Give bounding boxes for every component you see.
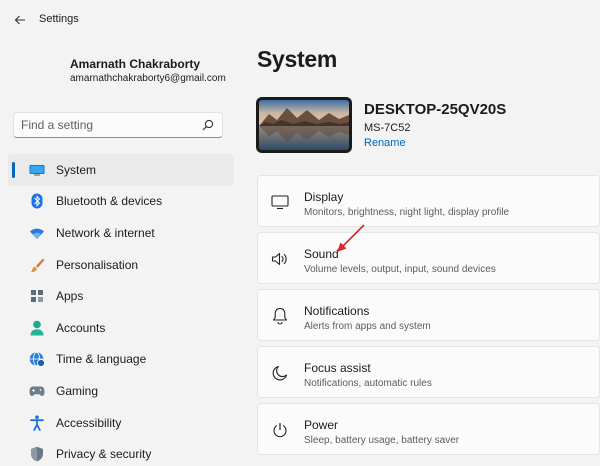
gamepad-icon xyxy=(29,383,45,399)
sidebar-item-label: Network & internet xyxy=(56,225,155,240)
search-icon[interactable] xyxy=(202,119,214,131)
card-subtitle: Monitors, brightness, night light, displ… xyxy=(304,207,510,218)
settings-cards: Display Monitors, brightness, night ligh… xyxy=(257,175,600,460)
monitor-icon xyxy=(29,162,45,178)
sidebar-item-gaming[interactable]: Gaming xyxy=(8,375,234,407)
card-title: Focus assist xyxy=(304,361,371,375)
accessibility-icon xyxy=(29,414,45,431)
user-name: Amarnath Chakraborty xyxy=(70,57,201,71)
globe-clock-icon xyxy=(29,351,45,368)
power-icon xyxy=(270,420,290,440)
title-bar: Settings xyxy=(0,0,600,40)
card-subtitle: Alerts from apps and system xyxy=(304,321,431,332)
speaker-icon xyxy=(270,249,290,269)
sidebar-item-bluetooth-devices[interactable]: Bluetooth & devices xyxy=(8,186,234,218)
rename-link[interactable]: Rename xyxy=(364,137,406,149)
sidebar-item-label: Personalisation xyxy=(56,257,139,272)
search-input[interactable] xyxy=(21,118,201,132)
sidebar-item-time-language[interactable]: Time & language xyxy=(8,344,234,376)
app-title: Settings xyxy=(39,13,79,25)
bluetooth-icon xyxy=(29,193,45,209)
sidebar-item-label: Accessibility xyxy=(56,415,122,430)
page-title: System xyxy=(257,46,338,72)
sidebar-item-system[interactable]: System xyxy=(8,154,234,186)
sidebar-item-privacy-security[interactable]: Privacy & security xyxy=(8,438,234,466)
card-sound[interactable]: Sound Volume levels, output, input, soun… xyxy=(257,232,600,284)
device-name: DESKTOP-25QV20S xyxy=(364,101,507,118)
sidebar-item-personalisation[interactable]: Personalisation xyxy=(8,249,234,281)
bell-icon xyxy=(270,306,290,326)
shield-icon xyxy=(29,446,45,462)
brush-icon xyxy=(29,257,45,273)
sidebar-item-accounts[interactable]: Accounts xyxy=(8,312,234,344)
card-subtitle: Volume levels, output, input, sound devi… xyxy=(304,264,496,275)
user-email: amarnathchakraborty6@gmail.com xyxy=(70,73,226,84)
display-icon xyxy=(270,192,290,212)
apps-icon xyxy=(29,288,45,304)
sidebar-item-accessibility[interactable]: Accessibility xyxy=(8,407,234,439)
wallpaper-image xyxy=(259,100,349,150)
sidebar-item-label: System xyxy=(56,162,97,177)
wifi-icon xyxy=(29,225,45,241)
sidebar-item-label: Bluetooth & devices xyxy=(56,194,163,209)
sidebar-item-label: Time & language xyxy=(56,352,147,367)
card-title: Sound xyxy=(304,247,339,261)
sidebar-item-label: Privacy & security xyxy=(56,447,152,462)
person-icon xyxy=(29,320,45,336)
card-title: Display xyxy=(304,190,344,204)
sidebar-item-label: Apps xyxy=(56,289,84,304)
back-button[interactable] xyxy=(8,8,32,32)
sidebar-item-label: Gaming xyxy=(56,383,99,398)
card-subtitle: Notifications, automatic rules xyxy=(304,378,432,389)
moon-icon xyxy=(270,363,290,383)
back-arrow-icon xyxy=(14,15,25,25)
card-notifications[interactable]: Notifications Alerts from apps and syste… xyxy=(257,289,600,341)
card-display[interactable]: Display Monitors, brightness, night ligh… xyxy=(257,175,600,227)
card-title: Notifications xyxy=(304,304,370,318)
user-profile[interactable]: Amarnath Chakraborty amarnathchakraborty… xyxy=(70,57,226,84)
sidebar-item-label: Accounts xyxy=(56,320,106,335)
sidebar-nav: System Bluetooth & devices Network & int… xyxy=(0,154,240,466)
device-thumbnail xyxy=(256,97,352,153)
sidebar-item-network-internet[interactable]: Network & internet xyxy=(8,217,234,249)
card-title: Power xyxy=(304,418,339,432)
search-box[interactable] xyxy=(13,112,223,138)
device-model: MS-7C52 xyxy=(364,122,411,134)
card-subtitle: Sleep, battery usage, battery saver xyxy=(304,435,460,446)
card-power[interactable]: Power Sleep, battery usage, battery save… xyxy=(257,403,600,455)
sidebar-item-apps[interactable]: Apps xyxy=(8,280,234,312)
card-focus-assist[interactable]: Focus assist Notifications, automatic ru… xyxy=(257,346,600,398)
